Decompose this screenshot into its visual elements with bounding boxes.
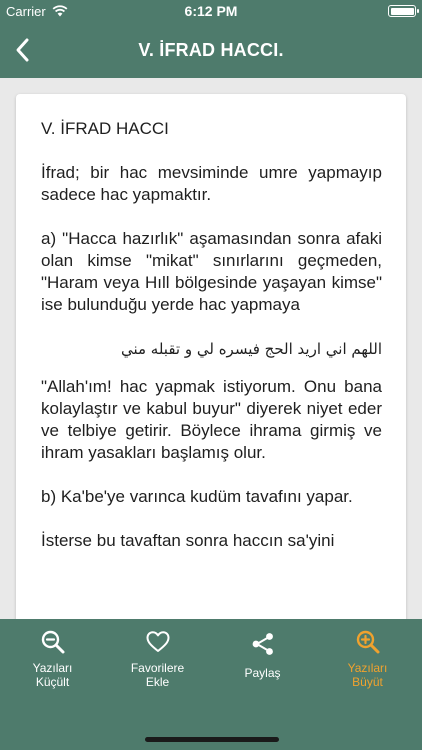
battery-icon xyxy=(388,5,419,17)
zoom-out-icon xyxy=(41,630,64,654)
zoom-in-icon xyxy=(356,630,379,654)
paragraph: "Allah'ım! hac yapmak istiyorum. Onu ban… xyxy=(41,377,382,462)
tab-label: Yazıları Büyüt xyxy=(347,661,388,689)
tab-label: Paylaş xyxy=(244,666,281,680)
tab-label: Yazıları Küçült xyxy=(32,661,73,689)
increase-font-button[interactable]: Yazıları Büyüt xyxy=(315,619,420,709)
share-icon xyxy=(252,633,273,655)
home-indicator xyxy=(145,737,279,742)
share-button[interactable]: Paylaş xyxy=(210,619,315,709)
bottom-toolbar: Yazıları Küçült Favorilere Ekle Paylaş Y… xyxy=(0,619,422,750)
decrease-font-button[interactable]: Yazıları Küçült xyxy=(0,619,105,709)
status-bar: Carrier 6:12 PM xyxy=(0,0,422,22)
clock: 6:12 PM xyxy=(184,3,238,19)
paragraph: İfrad; bir hac mevsiminde umre yapmayıp … xyxy=(41,163,382,204)
page-title: V. İFRAD HACCI. xyxy=(138,40,284,60)
article-heading: V. İFRAD HACCI xyxy=(41,119,169,138)
add-favorite-button[interactable]: Favorilere Ekle xyxy=(105,619,210,709)
paragraph: b) Ka'be'ye varınca kudüm tavafını yapar… xyxy=(41,487,353,506)
article-content: V. İFRAD HACCI İfrad; bir hac mevsiminde… xyxy=(41,118,382,574)
tab-label: Favorilere Ekle xyxy=(130,661,185,689)
navigation-bar: V. İFRAD HACCI. xyxy=(0,22,422,78)
heart-icon xyxy=(146,631,169,652)
paragraph: İsterse bu tavaftan sonra haccın sa'yini xyxy=(41,531,335,550)
article-card: V. İFRAD HACCI İfrad; bir hac mevsiminde… xyxy=(16,94,406,634)
paragraph: a) "Hacca hazırlık" aşamasından sonra af… xyxy=(41,229,382,314)
arabic-prayer: اللهم اني اريد الحج فيسره لي و تقبله مني xyxy=(120,340,382,358)
